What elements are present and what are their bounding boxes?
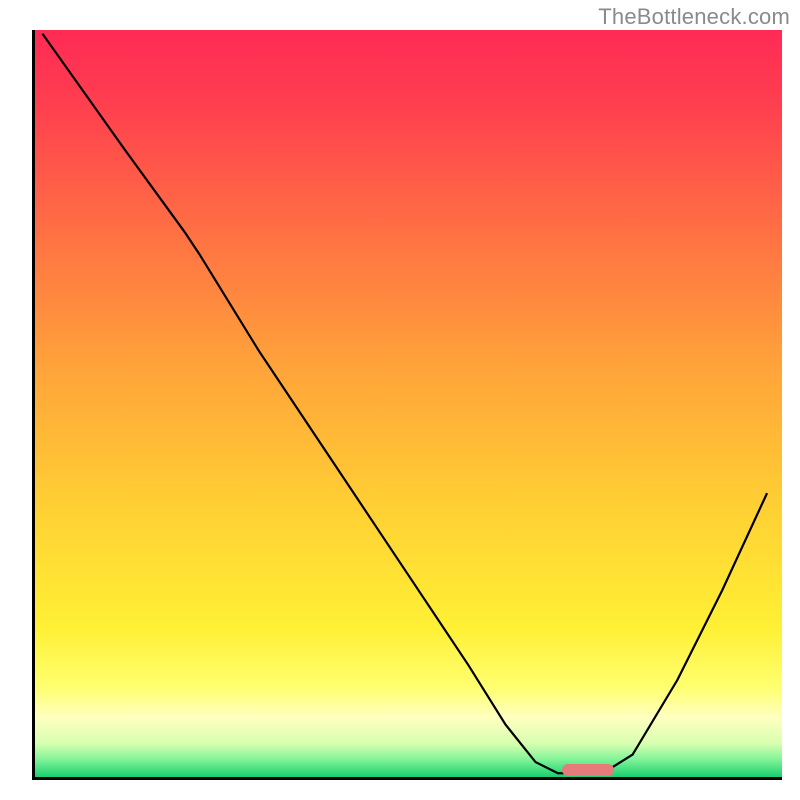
bottleneck-curve bbox=[42, 34, 767, 774]
watermark-text: TheBottleneck.com bbox=[598, 4, 790, 30]
optimal-range-marker bbox=[562, 764, 614, 776]
chart-container: TheBottleneck.com bbox=[0, 0, 800, 800]
chart-plot-area bbox=[32, 30, 782, 780]
chart-curve-layer bbox=[35, 30, 782, 777]
